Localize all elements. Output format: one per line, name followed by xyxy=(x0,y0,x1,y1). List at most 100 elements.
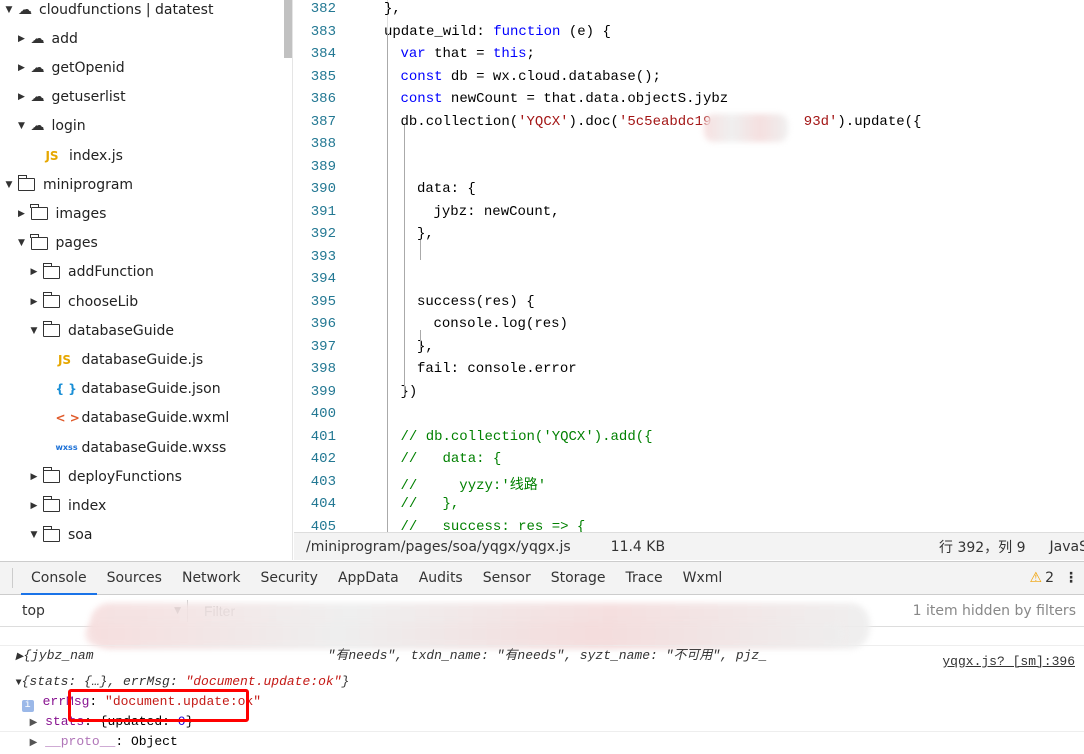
chevron-right-icon[interactable]: ▶ xyxy=(17,92,27,102)
code-editor[interactable]: 382}, 383 update_wild: function (e) {384 va… xyxy=(294,0,1084,532)
code-line[interactable]: 385 const db = wx.cloud.database(); xyxy=(294,69,1084,91)
code-line[interactable]: 388 xyxy=(294,136,1084,158)
tab-sources[interactable]: Sources xyxy=(97,562,172,595)
code-line[interactable]: 382}, xyxy=(294,1,1084,23)
code-line[interactable]: 402 // data: { xyxy=(294,451,1084,473)
chevron-down-icon[interactable]: ▼ xyxy=(4,5,14,15)
tab-wxml[interactable]: Wxml xyxy=(673,562,733,595)
warning-count[interactable]: 2 xyxy=(1045,570,1054,586)
folder-icon xyxy=(42,496,60,513)
tab-trace[interactable]: Trace xyxy=(616,562,673,595)
code-line[interactable]: 383 update_wild: function (e) { xyxy=(294,24,1084,46)
warning-icon[interactable]: ⚠ xyxy=(1030,570,1043,586)
json-file-icon: { } xyxy=(55,382,77,397)
chevron-right-icon[interactable]: ▶ xyxy=(29,501,39,511)
chevron-right-icon[interactable]: ▶ xyxy=(29,472,39,482)
code-line[interactable]: 395 success(res) { xyxy=(294,294,1084,316)
tab-audits[interactable]: Audits xyxy=(409,562,473,595)
tree-item[interactable]: < > databaseGuide.wxml xyxy=(42,404,230,433)
expand-arrow-icon[interactable]: ▶ xyxy=(30,738,38,749)
tree-item[interactable]: ▼ miniprogram xyxy=(4,170,133,199)
chevron-right-icon[interactable]: ▶ xyxy=(17,63,27,73)
tree-item[interactable]: ▶ chooseLib xyxy=(29,287,138,316)
tab-appdata[interactable]: AppData xyxy=(328,562,409,595)
code-line[interactable]: 389 xyxy=(294,159,1084,181)
code-line[interactable]: 405 // success: res => { xyxy=(294,519,1084,533)
code-line[interactable]: 400 xyxy=(294,406,1084,428)
tree-item[interactable]: wxss databaseGuide.wxss xyxy=(42,433,227,462)
line-number: 386 xyxy=(310,91,336,107)
tree-item[interactable]: ▼ ☁ login xyxy=(17,112,86,141)
language-mode[interactable]: JavaS xyxy=(1050,539,1084,555)
tree-item[interactable]: ▶ index xyxy=(29,491,106,520)
code-line[interactable]: 399}) xyxy=(294,384,1084,406)
tree-item[interactable]: JS databaseGuide.js xyxy=(42,345,203,374)
tree-item[interactable]: ▶ images xyxy=(17,199,106,228)
code-line[interactable]: 394 xyxy=(294,271,1084,293)
tab-storage[interactable]: Storage xyxy=(541,562,616,595)
code-line[interactable]: 398 fail: console.error xyxy=(294,361,1084,383)
chevron-down-icon[interactable]: ▼ xyxy=(17,238,27,248)
code-line[interactable]: 390 data: { xyxy=(294,181,1084,203)
highlight-box xyxy=(68,689,249,722)
tab-console[interactable]: Console xyxy=(21,562,97,595)
code-line[interactable]: 397}, xyxy=(294,339,1084,361)
chevron-right-icon[interactable]: ▶ xyxy=(17,34,27,44)
code-text: // db.collection('YQCX').add({ xyxy=(401,429,653,445)
wxss-file-icon: wxss xyxy=(55,443,78,452)
code-line[interactable]: 392}, xyxy=(294,226,1084,248)
tree-item[interactable]: ▼ soa xyxy=(29,521,92,550)
tree-item[interactable]: ▼ pages xyxy=(17,229,98,258)
tree-item[interactable]: ▶ addFunction xyxy=(29,258,154,287)
sidebar-scrollbar[interactable] xyxy=(284,0,292,58)
code-text: const newCount = that.data.objectS.jybz xyxy=(401,91,729,107)
tab-security[interactable]: Security xyxy=(250,562,328,595)
tree-item-label: cloudfunctions | datatest xyxy=(39,1,214,18)
console-log-entry[interactable]: ▼{stats: {…}, errMsg: "document.update:o… xyxy=(0,652,1084,712)
code-token: this xyxy=(492,46,527,62)
tab-network[interactable]: Network xyxy=(172,562,250,595)
code-token: data: { xyxy=(417,181,476,197)
tree-item-label: pages xyxy=(55,235,98,252)
tree-item[interactable]: { } databaseGuide.json xyxy=(42,375,221,404)
code-line[interactable]: 386 const newCount = that.data.objectS.jy… xyxy=(294,91,1084,113)
source-link[interactable]: yqgx.js? [sm]:396 xyxy=(942,652,1075,672)
tree-item-label: index xyxy=(68,497,107,514)
tree-item[interactable]: ▼ databaseGuide xyxy=(29,316,174,345)
chevron-down-icon[interactable]: ▼ xyxy=(4,180,14,190)
code-token: 'YQCX' xyxy=(518,113,569,130)
chevron-right-icon[interactable]: ▶ xyxy=(29,297,39,307)
chevron-down-icon[interactable]: ▼ xyxy=(17,121,27,131)
tree-item-label: databaseGuide.wxml xyxy=(81,410,230,427)
code-line[interactable]: 403 // yyzy:'线路' xyxy=(294,474,1084,496)
chevron-right-icon[interactable]: ▶ xyxy=(17,209,27,219)
tree-item[interactable]: ▼ ☁ cloudfunctions | datatest xyxy=(4,0,214,24)
more-options-icon[interactable]: ⋮ xyxy=(1064,570,1078,586)
line-number: 399 xyxy=(310,383,336,400)
tree-item[interactable]: ▶ deployFunctions xyxy=(29,462,182,491)
code-line[interactable]: 404 // }, xyxy=(294,496,1084,518)
line-number: 394 xyxy=(310,271,336,287)
tab-sensor[interactable]: Sensor xyxy=(473,562,541,595)
line-number: 383 xyxy=(310,23,336,40)
tree-item[interactable]: ▶ ☁ getOpenid xyxy=(17,53,125,82)
code-line[interactable]: 391 jybz: newCount, xyxy=(294,204,1084,226)
cloud-folder-icon: ☁ xyxy=(30,30,45,47)
code-line[interactable]: 384 var that = this; xyxy=(294,46,1084,68)
tree-item[interactable]: JS index.js xyxy=(29,141,123,170)
chevron-down-icon[interactable]: ▼ xyxy=(29,326,39,336)
code-line[interactable]: 396 console.log(res) xyxy=(294,316,1084,338)
line-number: 402 xyxy=(310,451,336,467)
folder-icon xyxy=(30,233,48,250)
tree-item[interactable]: ▶ ☁ add xyxy=(17,24,78,53)
folder-icon xyxy=(42,467,60,484)
tree-item[interactable]: ▶ ☁ getuserlist xyxy=(17,83,126,112)
folder-icon xyxy=(30,204,48,221)
chevron-down-icon[interactable]: ▼ xyxy=(29,530,39,540)
code-line[interactable]: 401 // db.collection('YQCX').add({ xyxy=(294,429,1084,451)
code-line[interactable]: 393 xyxy=(294,249,1084,271)
code-token: (e) { xyxy=(560,23,611,40)
chevron-right-icon[interactable]: ▶ xyxy=(29,267,39,277)
tree-item-label: soa xyxy=(68,527,93,544)
code-line[interactable]: 387 db.collection('YQCX').doc('5c5eabdc19… xyxy=(294,114,1084,136)
